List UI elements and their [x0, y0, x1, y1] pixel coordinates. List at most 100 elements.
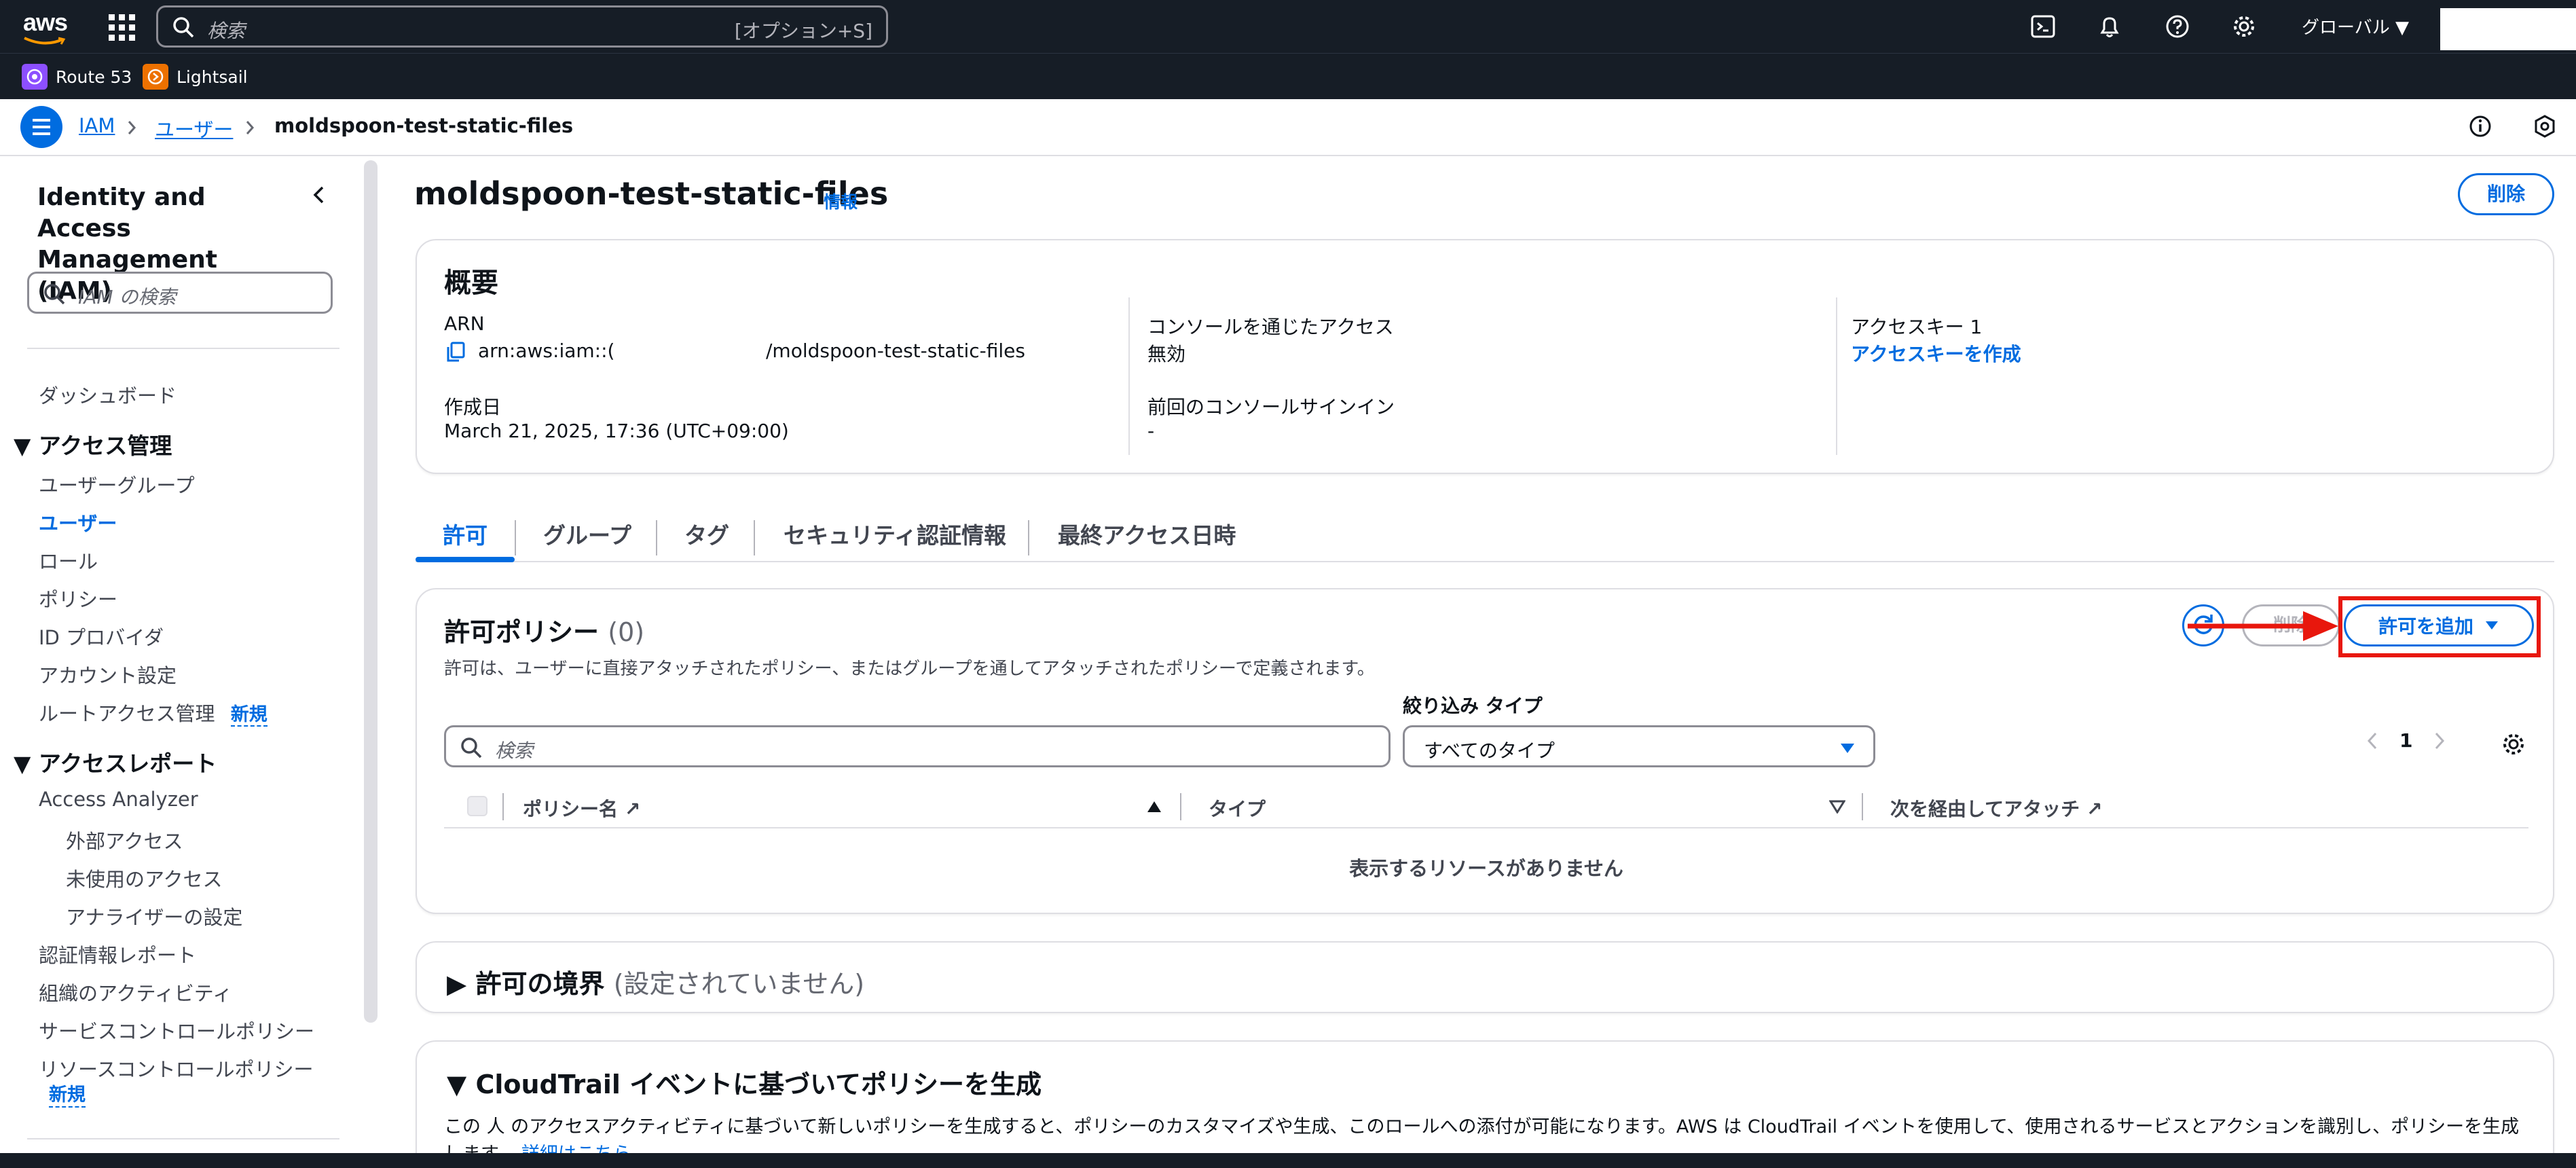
caret-down-icon: ▼	[447, 1070, 467, 1099]
active-tab-indicator	[416, 557, 515, 562]
new-badge: 新規	[49, 1080, 86, 1108]
tab-groups[interactable]: グループ	[543, 517, 631, 550]
summary-title: 概要	[444, 268, 498, 299]
favorite-lightsail[interactable]: Lightsail	[143, 63, 248, 90]
policy-search-input[interactable]: 検索	[444, 725, 1391, 767]
sidebar-item-identity-providers[interactable]: ID プロバイダ	[39, 622, 164, 651]
aws-logo[interactable]: aws	[23, 8, 68, 37]
info-link[interactable]: 情報	[824, 189, 858, 213]
filter-type-select[interactable]: すべてのタイプ	[1403, 725, 1875, 767]
account-menu[interactable]	[2440, 8, 2576, 50]
global-search-input[interactable]: 検索 [オプション+S]	[156, 5, 888, 48]
collapse-sidebar-icon[interactable]	[309, 185, 329, 205]
sidebar-section-access-reports[interactable]: ▼ アクセスレポート	[14, 746, 217, 778]
sidebar-item-root-access[interactable]: ルートアクセス管理 新規	[39, 698, 268, 727]
aws-smile-icon	[24, 37, 66, 45]
region-selector[interactable]: グローバル ▼	[2302, 14, 2409, 39]
tab-security-credentials[interactable]: セキュリティ認証情報	[784, 517, 1006, 550]
info-panel-icon[interactable]	[2468, 114, 2492, 139]
services-menu-icon[interactable]	[107, 13, 135, 41]
bottom-footer-bar	[0, 1153, 2576, 1168]
sidebar-item-user-groups[interactable]: ユーザーグループ	[39, 470, 195, 498]
delete-user-button[interactable]: 削除	[2458, 173, 2554, 215]
breadcrumb-iam-link[interactable]: IAM	[79, 114, 115, 137]
tab-separator	[515, 520, 516, 555]
divider	[27, 1138, 339, 1139]
notifications-bell-icon[interactable]	[2097, 14, 2122, 39]
sidebar-item-roles[interactable]: ロール	[39, 546, 98, 574]
chevron-right-icon[interactable]	[2433, 731, 2446, 751]
select-all-checkbox[interactable]	[467, 796, 487, 816]
top-navigation-bar: aws 検索 [オプション+S] グローバル ▼	[0, 0, 2576, 53]
favorite-route53[interactable]: Route 53	[22, 63, 132, 90]
caret-down-icon: ▼	[14, 433, 31, 459]
access-key-label: アクセスキー 1	[1851, 316, 1983, 338]
generate-policy-title[interactable]: ▼ CloudTrail イベントに基づいてポリシーを生成	[447, 1063, 1042, 1101]
policy-count: (0)	[608, 617, 645, 647]
annotation-arrow-icon	[2188, 611, 2338, 641]
chevron-right-icon	[246, 121, 255, 134]
settings-gear-icon[interactable]	[2231, 14, 2257, 39]
search-icon	[44, 284, 65, 305]
favorite-label: Route 53	[56, 67, 132, 87]
sidebar-item-credential-report[interactable]: 認証情報レポート	[39, 940, 196, 968]
search-placeholder: IAM の検索	[78, 286, 177, 308]
sidebar-item-rcp[interactable]: リソースコントロールポリシー	[39, 1054, 314, 1082]
last-signin-label: 前回のコンソールサインイン	[1147, 396, 1395, 418]
help-icon[interactable]	[2165, 14, 2190, 39]
tab-tags[interactable]: タグ	[684, 517, 729, 550]
sidebar: Identity and Access Management (IAM) IAM…	[0, 156, 360, 1153]
page-number[interactable]: 1	[2399, 729, 2412, 752]
sort-ascending-icon[interactable]	[1146, 799, 1162, 814]
column-header-attached-via[interactable]: 次を経由してアタッチ ↗	[1890, 795, 2102, 822]
sort-icon[interactable]	[1829, 799, 1845, 814]
console-access-label: コンソールを通じたアクセス	[1147, 316, 1394, 338]
search-icon	[173, 17, 194, 38]
sidebar-item-scp[interactable]: サービスコントロールポリシー	[39, 1016, 314, 1044]
permissions-boundary-panel[interactable]: ▶ 許可の境界 (設定されていません)	[416, 941, 2554, 1013]
arn-value-prefix: arn:aws:iam::(	[478, 340, 615, 362]
sidebar-search-input[interactable]: IAM の検索	[27, 272, 333, 314]
breadcrumb-current: moldspoon-test-static-files	[274, 114, 574, 137]
table-settings-gear-icon[interactable]	[2500, 731, 2527, 758]
side-navigation-toggle[interactable]	[20, 106, 62, 148]
external-link-icon: ↗	[624, 798, 641, 820]
search-placeholder: 検索	[495, 740, 534, 762]
tab-separator	[754, 520, 755, 555]
sidebar-item-users[interactable]: ユーザー	[39, 508, 117, 536]
column-separator	[502, 793, 504, 820]
sidebar-item-org-activity[interactable]: 組織のアクティビティ	[39, 978, 232, 1006]
chevron-left-icon[interactable]	[2366, 731, 2379, 751]
sidebar-item-external-access[interactable]: 外部アクセス	[66, 826, 183, 854]
cloudshell-icon[interactable]	[2030, 14, 2056, 39]
sidebar-item-account-settings[interactable]: アカウント設定	[39, 660, 177, 689]
copy-icon[interactable]	[445, 341, 466, 363]
tab-permissions[interactable]: 許可	[443, 517, 487, 550]
permissions-boundary-title[interactable]: ▶ 許可の境界 (設定されていません)	[447, 963, 864, 1000]
lightsail-service-icon	[143, 64, 168, 90]
route53-service-icon	[22, 64, 48, 90]
sidebar-section-access-management[interactable]: ▼ アクセス管理	[14, 428, 172, 460]
sidebar-item-access-analyzer[interactable]: Access Analyzer	[39, 788, 198, 811]
column-header-type[interactable]: タイプ	[1209, 795, 1266, 822]
sidebar-item-dashboard[interactable]: ダッシュボード	[39, 380, 177, 409]
summary-panel: 概要 ARN arn:aws:iam::( /moldspoon-test-st…	[416, 239, 2554, 474]
breadcrumb-users-link[interactable]: ユーザー	[155, 114, 233, 143]
caret-right-icon: ▶	[447, 969, 467, 999]
pagination: 1	[2366, 729, 2446, 752]
arn-value-suffix: /moldspoon-test-static-files	[766, 340, 1025, 362]
column-header-policy-name[interactable]: ポリシー名 ↗	[523, 795, 640, 822]
create-access-key-link[interactable]: アクセスキーを作成	[1851, 340, 2021, 367]
tab-last-accessed[interactable]: 最終アクセス日時	[1058, 517, 1236, 550]
sidebar-item-unused-access[interactable]: 未使用のアクセス	[66, 864, 223, 892]
last-signin-value: -	[1147, 420, 1155, 442]
sidebar-scrollbar[interactable]	[364, 160, 378, 1023]
feedback-icon[interactable]	[2533, 114, 2557, 139]
tab-bar: 許可 グループ タグ セキュリティ認証情報 最終アクセス日時	[416, 503, 2554, 562]
sidebar-item-analyzer-settings[interactable]: アナライザーの設定	[66, 902, 242, 930]
search-shortcut-hint: [オプション+S]	[734, 20, 872, 42]
permission-policies-description: 許可は、ユーザーに直接アタッチされたポリシー、またはグループを通してアタッチされ…	[444, 659, 1375, 679]
sidebar-item-policies[interactable]: ポリシー	[39, 584, 117, 613]
search-icon	[461, 737, 482, 759]
breadcrumb: IAM ユーザー moldspoon-test-static-files	[0, 99, 2576, 156]
